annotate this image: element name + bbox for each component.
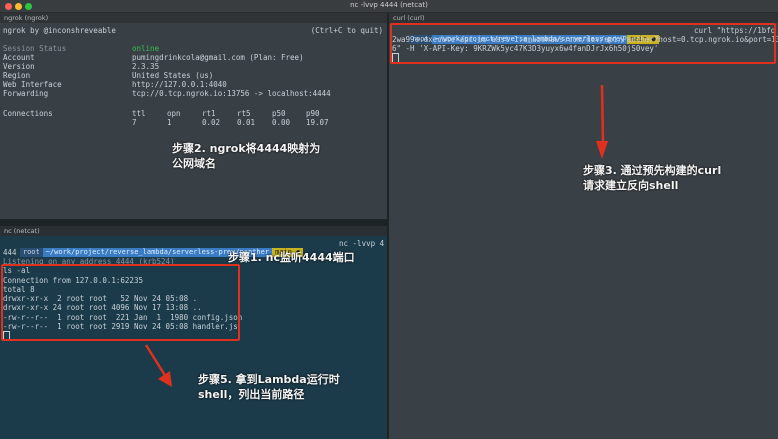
account-value: pumingdrinkcola@gmail.com (Plan: Free) bbox=[132, 53, 304, 62]
annotation-step5: 步骤5. 拿到Lambda运行时 shell，列出当前路径 bbox=[198, 373, 340, 401]
conn-value-ttl: 7 bbox=[132, 118, 137, 127]
arrow-down-right-icon bbox=[144, 344, 172, 387]
nc-output-highlight-box bbox=[1, 264, 240, 341]
curl-pane-header: curl (curl) bbox=[389, 13, 778, 23]
ngrok-banner: ngrok by @inconshreveable bbox=[3, 26, 116, 35]
account-label: Account bbox=[3, 53, 35, 62]
conn-header-p90: p90 bbox=[306, 109, 320, 118]
connections-label: Connections bbox=[3, 109, 53, 118]
forwarding-value: tcp://0.tcp.ngrok.io:13756 -> localhost:… bbox=[132, 89, 331, 98]
session-status-value: online bbox=[132, 44, 160, 53]
annotation-step1: 步骤1. nc监听4444端口 bbox=[228, 251, 355, 264]
forwarding-label: Forwarding bbox=[3, 89, 49, 98]
nc-prompt: root ~/work/project/reverse_lambda/server… bbox=[3, 239, 304, 257]
nc-command-wrap: 444 bbox=[3, 248, 17, 257]
conn-value-p90: 19.07 bbox=[306, 118, 329, 127]
arrow-down-icon bbox=[596, 84, 608, 159]
web-interface-value: http://127.0.0.1:4040 bbox=[132, 80, 227, 89]
prompt-user: root bbox=[19, 248, 43, 257]
nc-pane[interactable]: nc (netcat) root ~/work/project/reverse_l… bbox=[0, 226, 387, 439]
window-title: nc -lvvp 4444 (netcat) bbox=[350, 1, 428, 9]
conn-header-rt5: rt5 bbox=[237, 109, 251, 118]
conn-header-opn: opn bbox=[167, 109, 181, 118]
window-titlebar: nc -lvvp 4444 (netcat) bbox=[0, 0, 778, 13]
conn-header-rt1: rt1 bbox=[202, 109, 216, 118]
version-value: 2.3.35 bbox=[132, 62, 160, 71]
conn-value-p50: 0.00 bbox=[272, 118, 291, 127]
annotation-step3: 步骤3. 通过预先构建的curl 请求建立反向shell bbox=[583, 164, 722, 192]
ngrok-pane-header: ngrok (ngrok) bbox=[0, 13, 387, 23]
conn-value-rt1: 0.02 bbox=[202, 118, 221, 127]
web-interface-label: Web Interface bbox=[3, 80, 62, 89]
version-label: Version bbox=[3, 62, 35, 71]
region-label: Region bbox=[3, 71, 31, 80]
curl-pane[interactable]: curl (curl) root ~/work/project/reverse_l… bbox=[389, 13, 778, 439]
ngrok-pane[interactable]: ngrok (ngrok) ngrok by @inconshreveable … bbox=[0, 13, 387, 219]
region-value: United States (us) bbox=[132, 71, 214, 80]
conn-value-rt5: 0.01 bbox=[237, 118, 256, 127]
curl-highlight-box bbox=[390, 23, 776, 64]
conn-header-p50: p50 bbox=[272, 109, 286, 118]
session-status-label: Session Status bbox=[3, 44, 67, 53]
annotation-step2: 步骤2. ngrok将4444映射为 公网域名 bbox=[172, 142, 321, 170]
nc-pane-header: nc (netcat) bbox=[0, 226, 387, 236]
quit-hint: (Ctrl+C to quit) bbox=[310, 26, 383, 35]
nc-command: nc -lvvp 4 bbox=[339, 239, 385, 248]
conn-value-opn: 1 bbox=[167, 118, 172, 127]
conn-header-ttl: ttl bbox=[132, 109, 146, 118]
